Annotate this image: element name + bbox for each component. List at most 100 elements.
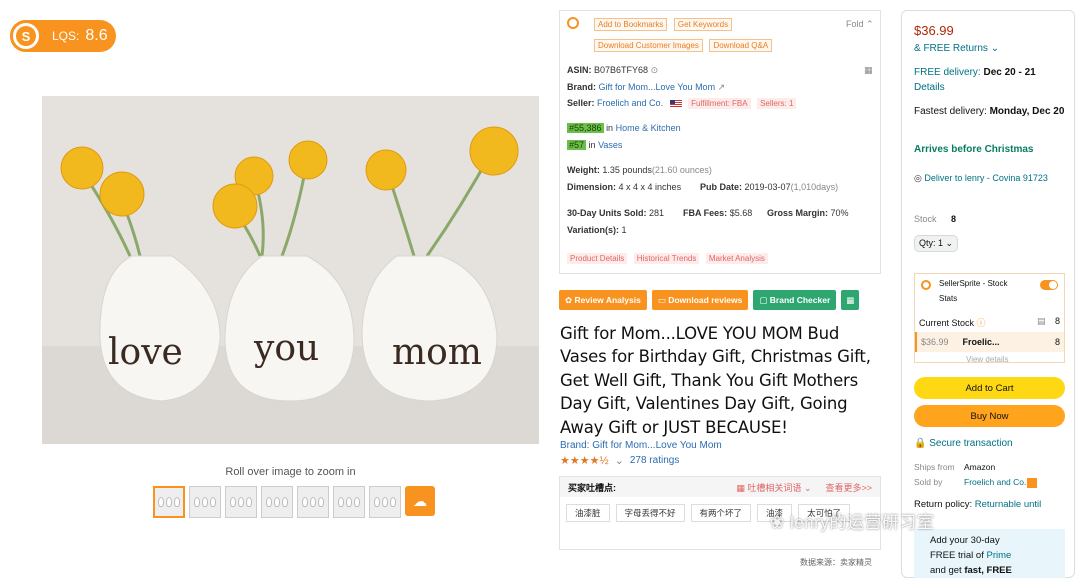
deliver-to-link[interactable]: ◎ Deliver to lenry - Covina 91723 <box>914 173 1048 184</box>
lqs-badge[interactable]: S LQS: 8.6 <box>10 20 116 52</box>
data-source-note: 数据来源：卖家精灵 <box>800 558 872 567</box>
thumbnail-2[interactable] <box>189 486 221 518</box>
brand-byline-link[interactable]: Brand: Gift for Mom...Love You Mom <box>560 440 722 451</box>
stock-value: 8 <box>951 214 957 224</box>
thumbnail-5[interactable] <box>297 486 329 518</box>
cloud-upload-icon[interactable]: ☁ <box>405 486 435 516</box>
sellersprite-icon <box>921 280 931 290</box>
stock-stats-toggle[interactable] <box>1040 280 1058 290</box>
gross-margin-value: 70% <box>830 208 849 218</box>
download-reviews-button[interactable]: ▭ Download reviews <box>651 290 749 310</box>
sellersprite-seller-icon <box>1027 477 1038 488</box>
lock-icon: 🔒 <box>914 438 927 449</box>
buy-box: $36.99 & FREE Returns ⌄ FREE delivery: D… <box>901 10 1075 578</box>
keyword-chip[interactable]: 有两个坏了 <box>690 504 752 522</box>
category-link-vases[interactable]: Vases <box>598 140 622 150</box>
keyword-chip[interactable]: 字母丢得不好 <box>615 504 685 522</box>
review-analysis-button[interactable]: ✿ Review Analysis <box>559 290 647 310</box>
thumbnail-strip: ☁ <box>153 486 435 518</box>
fba-fees-value: $5.68 <box>729 208 753 218</box>
get-keywords-button[interactable]: Get Keywords <box>673 18 733 31</box>
sellersprite-panel: Add to Bookmarks Get Keywords Download C… <box>559 10 881 274</box>
view-details-link[interactable]: View details <box>966 355 1009 364</box>
current-stock-value: 8 <box>1054 316 1060 326</box>
calculator-button[interactable]: ▦ <box>841 290 860 310</box>
thumbnail-4[interactable] <box>261 486 293 518</box>
action-buttons: ✿ Review Analysis ▭ Download reviews ▢ B… <box>559 290 860 310</box>
product-title: Gift for Mom...LOVE YOU MOM Bud Vases fo… <box>560 324 871 437</box>
add-to-cart-button[interactable]: Add to Cart <box>914 377 1065 399</box>
brand-checker-button[interactable]: ▢ Brand Checker <box>753 290 837 310</box>
view-more-link[interactable]: 查看更多>> <box>825 481 872 494</box>
rating-row: ★★★★½ ⌄ 278 ratings <box>560 454 679 467</box>
delivery-date: Dec 20 - 21 <box>983 67 1036 78</box>
zoom-hint: Roll over image to zoom in <box>225 466 356 478</box>
product-main-image[interactable]: love you mom <box>42 96 539 444</box>
brand-link[interactable]: Gift for Mom...Love You Mom <box>599 82 716 92</box>
seller-stock-row[interactable]: $36.99 Froelic... 8 <box>915 332 1064 352</box>
buy-now-button[interactable]: Buy Now <box>914 405 1065 427</box>
thumbnail-3[interactable] <box>225 486 257 518</box>
keyword-chip[interactable]: 油漆脏 <box>566 504 610 522</box>
info-icon: ⓘ <box>976 318 986 328</box>
free-returns-link[interactable]: & FREE Returns ⌄ <box>914 43 999 54</box>
vase-word-you: you <box>253 328 319 369</box>
thumbnail-7[interactable] <box>369 486 401 518</box>
return-policy-link[interactable]: Returnable until <box>975 499 1042 510</box>
stock-stats-label: SellerSprite - Stock Stats <box>939 279 1008 303</box>
details-link[interactable]: Details <box>914 82 945 93</box>
pub-date-value: 2019-03-07 <box>744 182 791 192</box>
external-link-icon: ↗ <box>717 82 726 92</box>
star-rating[interactable]: ★★★★½ <box>560 454 609 467</box>
category-link-home-kitchen[interactable]: Home & Kitchen <box>616 123 681 133</box>
dimension-value: 4 x 4 x 4 inches <box>618 182 682 192</box>
download-customer-images-button[interactable]: Download Customer Images <box>594 39 703 52</box>
watermark: ❀ lenry的运营研习室 <box>770 513 935 532</box>
complaints-title: 买家吐槽点: <box>568 482 616 493</box>
vase-word-love: love <box>108 332 183 373</box>
price: $36.99 <box>914 23 954 38</box>
weight-value: 1.35 pounds <box>602 165 652 175</box>
grid-icon[interactable]: ▦ <box>864 65 873 76</box>
tab-product-details[interactable]: Product Details <box>567 253 628 264</box>
fold-toggle[interactable]: Fold ⌃ <box>846 19 874 30</box>
calculator-icon: ▦ <box>846 294 855 305</box>
location-pin-icon: ◎ <box>914 173 922 183</box>
add-bookmarks-button[interactable]: Add to Bookmarks <box>594 18 668 31</box>
vase-word-mom: mom <box>392 332 482 373</box>
asin-value[interactable]: B07B6TFY68 <box>594 65 648 75</box>
chevron-down-icon[interactable]: ⌄ <box>615 454 624 467</box>
related-words-dropdown[interactable]: ▦ 吐槽相关词语 ⌄ <box>736 481 811 494</box>
grid-icon: ▦ <box>736 482 745 493</box>
paw-icon: ✿ <box>565 294 573 305</box>
sellers-count-badge[interactable]: Sellers: 1 <box>757 98 797 109</box>
chat-icon: ▭ <box>657 294 666 305</box>
ratings-count-link[interactable]: 278 ratings <box>630 455 679 466</box>
us-flag-icon <box>669 99 682 108</box>
ships-from-value: Amazon <box>964 462 996 472</box>
tab-historical-trends[interactable]: Historical Trends <box>633 253 700 264</box>
prime-trial-promo[interactable]: Add your 30-day FREE trial of Prime and … <box>914 529 1065 578</box>
units-sold-value: 281 <box>649 208 665 218</box>
download-qa-button[interactable]: Download Q&A <box>709 39 773 52</box>
quantity-select[interactable]: Qty: 1 ⌄ <box>914 235 959 252</box>
variations-value: 1 <box>621 225 627 235</box>
thumbnail-1[interactable] <box>153 486 185 518</box>
fastest-delivery-date: Monday, Dec 20 <box>989 106 1065 117</box>
product-photo: love you mom <box>42 96 539 444</box>
arrives-before-christmas: Arrives before Christmas <box>914 144 1034 155</box>
sellersprite-icon <box>567 17 579 29</box>
copy-icon[interactable]: ⊙ <box>651 65 659 75</box>
sold-by-link[interactable]: Froelich and Co. <box>964 477 1038 488</box>
seller-link[interactable]: Froelich and Co. <box>597 98 663 108</box>
fulfillment-badge: Fulfillment: FBA <box>688 98 751 109</box>
bsr-sub-rank: #57 <box>567 140 587 150</box>
lqs-score: 8.6 <box>85 27 108 44</box>
cart-icon: ▤ <box>1037 316 1046 326</box>
sellersprite-logo: S <box>10 20 42 52</box>
tab-market-analysis[interactable]: Market Analysis <box>705 253 768 264</box>
thumbnail-6[interactable] <box>333 486 365 518</box>
lqs-label: LQS: <box>52 29 80 43</box>
secure-transaction-link[interactable]: 🔒 Secure transaction <box>914 438 1013 449</box>
checkbox-icon: ▢ <box>759 294 768 305</box>
